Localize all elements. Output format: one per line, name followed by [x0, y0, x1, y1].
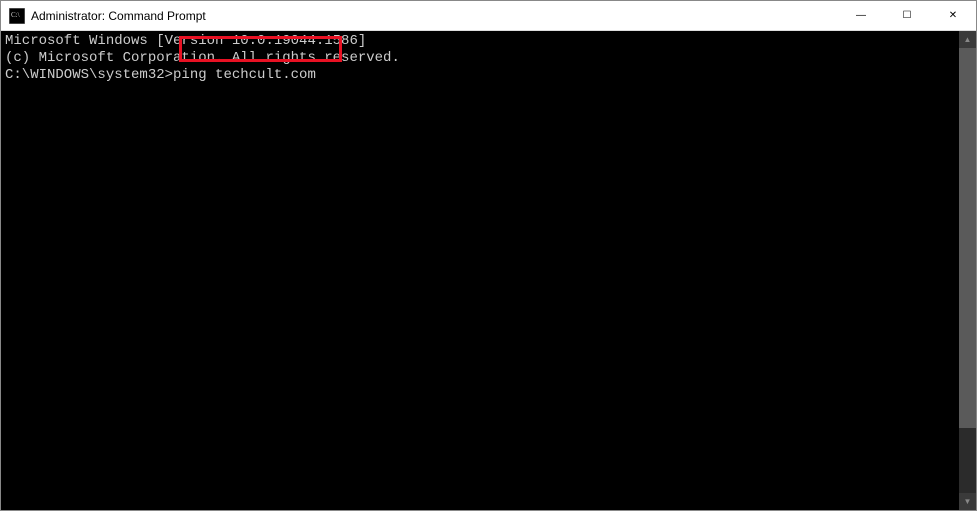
- console-line: (c) Microsoft Corporation. All rights re…: [5, 50, 955, 67]
- console-prompt-line: C:\WINDOWS\system32>ping techcult.com: [5, 67, 955, 84]
- svg-text:_: _: [10, 20, 14, 24]
- scroll-thumb[interactable]: [959, 48, 976, 428]
- svg-text:C:\: C:\: [11, 11, 20, 19]
- window-controls: — ☐ ✕: [838, 1, 976, 30]
- vertical-scrollbar[interactable]: ▲ ▼: [959, 31, 976, 510]
- minimize-button[interactable]: —: [838, 1, 884, 30]
- command-prompt-icon: C:\ _: [9, 8, 25, 24]
- close-button[interactable]: ✕: [930, 1, 976, 30]
- window-title: Administrator: Command Prompt: [31, 9, 206, 23]
- command-input[interactable]: ping techcult.com: [173, 67, 316, 83]
- console-output[interactable]: Microsoft Windows [Version 10.0.19044.15…: [1, 31, 959, 510]
- scroll-up-arrow-icon[interactable]: ▲: [959, 31, 976, 48]
- prompt-text: C:\WINDOWS\system32>: [5, 67, 173, 83]
- window-titlebar: C:\ _ Administrator: Command Prompt — ☐ …: [1, 1, 976, 31]
- maximize-button[interactable]: ☐: [884, 1, 930, 30]
- console-line: Microsoft Windows [Version 10.0.19044.15…: [5, 33, 955, 50]
- scroll-down-arrow-icon[interactable]: ▼: [959, 493, 976, 510]
- console-area: Microsoft Windows [Version 10.0.19044.15…: [1, 31, 976, 510]
